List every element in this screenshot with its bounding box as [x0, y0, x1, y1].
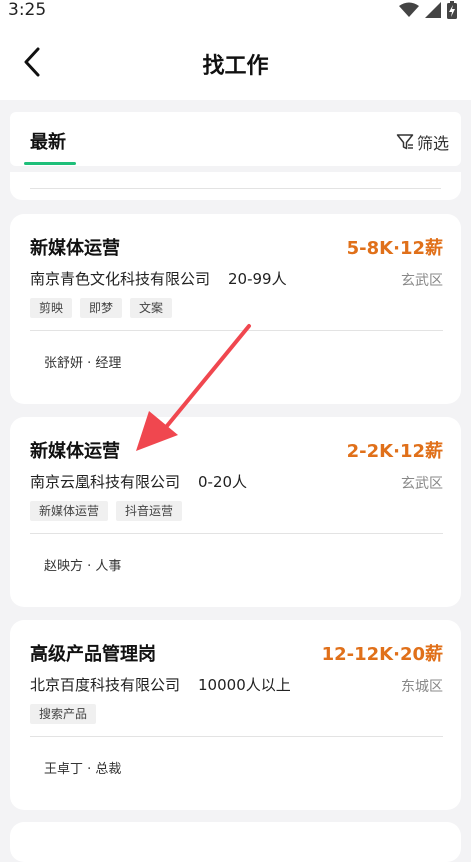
status-icons — [399, 1, 457, 19]
divider — [30, 533, 443, 534]
tab-latest[interactable]: 最新 — [30, 128, 66, 154]
status-time: 3:25 — [8, 0, 47, 20]
signal-icon — [425, 2, 441, 18]
tag: 抖音运营 — [116, 501, 183, 521]
company-name: 北京百度科技有限公司 — [30, 676, 181, 694]
recruiter-info: 王卓丁 · 总裁 — [44, 762, 122, 777]
company-name: 南京青色文化科技有限公司 — [30, 270, 211, 288]
district: 玄武区 — [401, 476, 443, 492]
page-title: 找工作 — [202, 54, 269, 79]
filter-icon — [396, 134, 414, 150]
company-line: 北京百度科技有限公司 10000人以上 — [30, 674, 291, 695]
header: 找工作 — [0, 22, 471, 100]
job-salary: 12-12K·20薪 — [321, 644, 443, 665]
divider — [30, 736, 443, 737]
tag: 搜索产品 — [30, 704, 97, 724]
tab-active-indicator — [24, 162, 76, 165]
district: 玄武区 — [401, 273, 443, 289]
tag-list: 搜索产品 — [30, 704, 97, 724]
job-title: 新媒体运营 — [30, 238, 120, 259]
job-card-partial[interactable] — [10, 172, 461, 200]
company-name: 南京云凰科技有限公司 — [30, 473, 181, 491]
company-size: 10000人以上 — [198, 676, 291, 694]
divider — [30, 188, 441, 189]
tag: 新媒体运营 — [30, 501, 109, 521]
job-title: 新媒体运营 — [30, 441, 120, 462]
tag-list: 剪映 即梦 文案 — [30, 298, 173, 318]
tag-list: 新媒体运营 抖音运营 — [30, 501, 183, 521]
recruiter-info: 张舒妍 · 经理 — [44, 356, 122, 371]
tag: 剪映 — [30, 298, 73, 318]
tab-bar: 最新 筛选 — [10, 112, 461, 166]
filter-button[interactable]: 筛选 — [396, 130, 449, 154]
job-title: 高级产品管理岗 — [30, 644, 156, 665]
job-card[interactable]: 新媒体运营 2-2K·12薪 南京云凰科技有限公司 0-20人 玄武区 新媒体运… — [10, 417, 461, 607]
tag: 即梦 — [80, 298, 123, 318]
recruiter-info: 赵映方 · 人事 — [44, 559, 122, 574]
filter-label: 筛选 — [416, 134, 449, 153]
job-card-partial[interactable] — [10, 822, 461, 862]
job-salary: 5-8K·12薪 — [346, 238, 443, 259]
tag: 文案 — [130, 298, 173, 318]
status-bar: 3:25 — [0, 0, 471, 22]
job-salary: 2-2K·12薪 — [346, 441, 443, 462]
divider — [30, 330, 443, 331]
job-card[interactable]: 新媒体运营 5-8K·12薪 南京青色文化科技有限公司 20-99人 玄武区 剪… — [10, 214, 461, 404]
company-line: 南京青色文化科技有限公司 20-99人 — [30, 268, 287, 289]
wifi-icon — [399, 2, 419, 17]
company-size: 0-20人 — [198, 473, 248, 491]
company-line: 南京云凰科技有限公司 0-20人 — [30, 471, 247, 492]
battery-icon — [447, 1, 457, 19]
district: 东城区 — [401, 679, 443, 695]
job-card[interactable]: 高级产品管理岗 12-12K·20薪 北京百度科技有限公司 10000人以上 东… — [10, 620, 461, 810]
company-size: 20-99人 — [228, 270, 287, 288]
